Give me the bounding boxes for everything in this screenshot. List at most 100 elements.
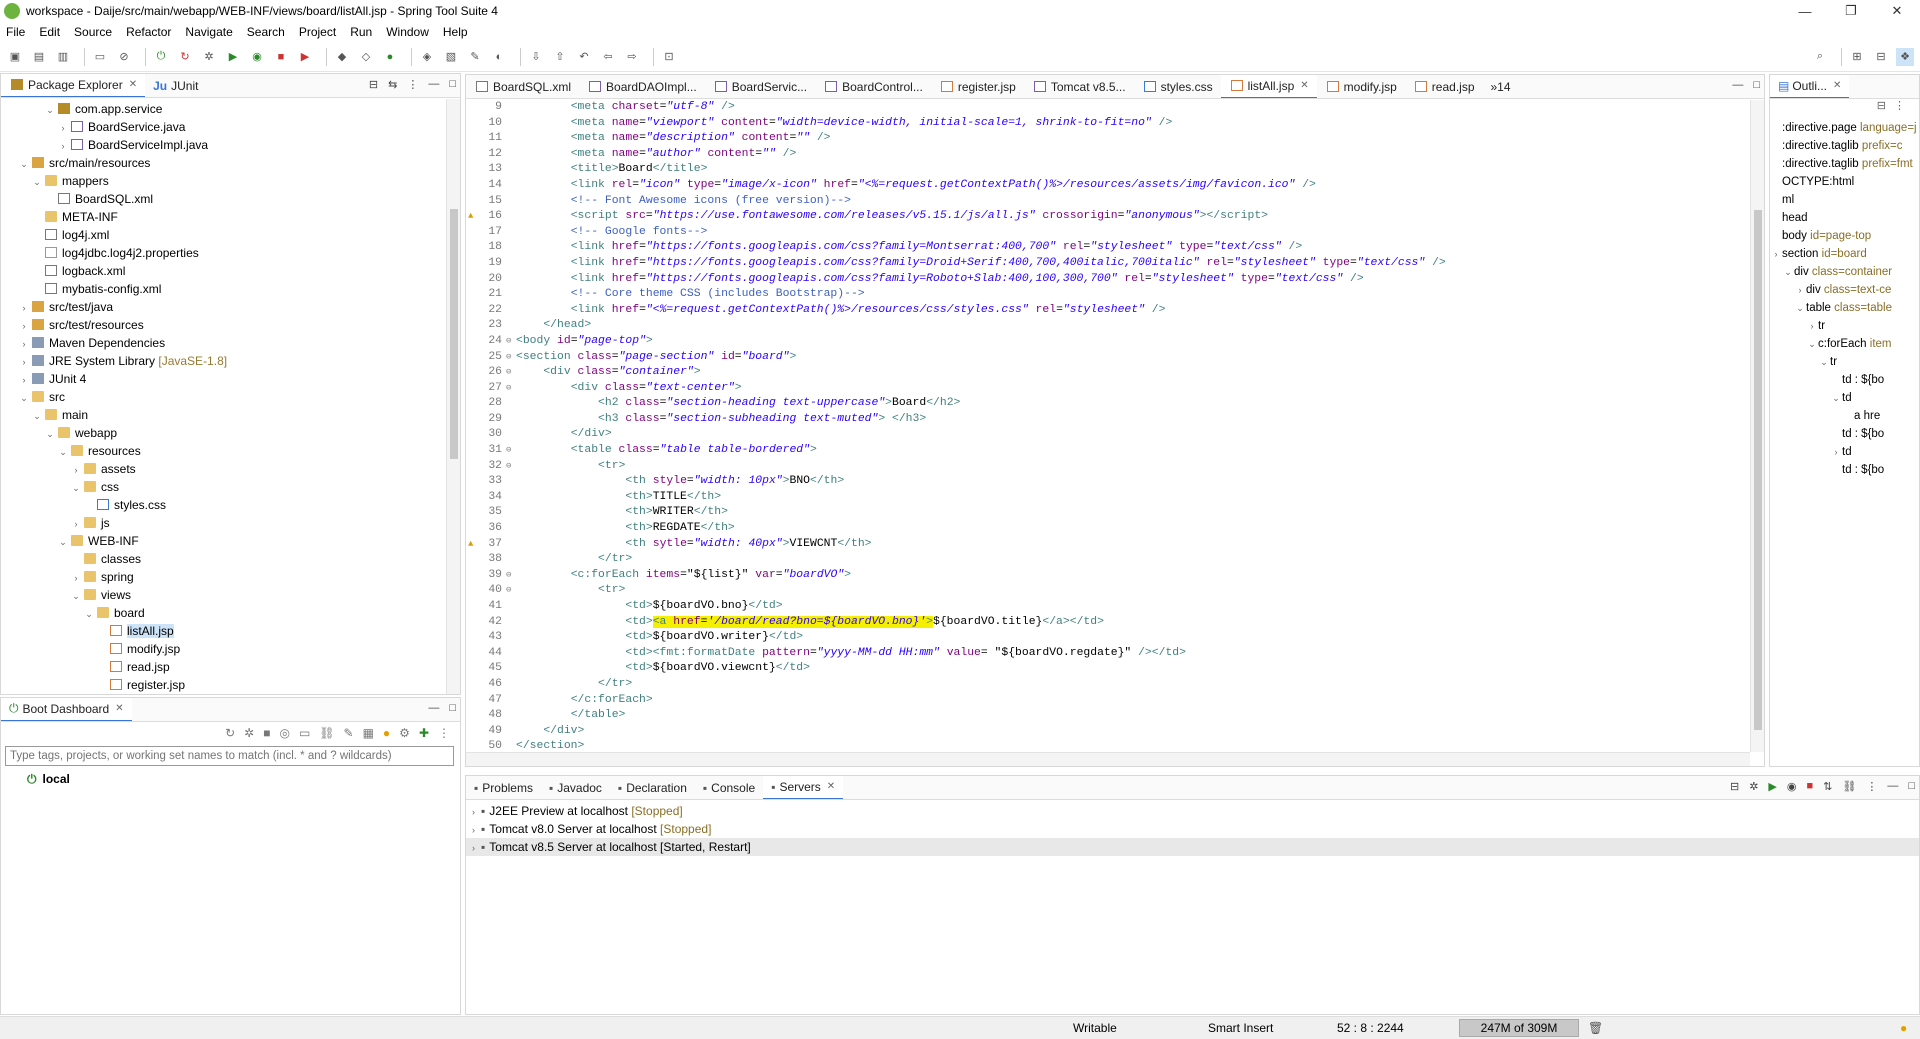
maximize-view-icon[interactable]: □ — [449, 78, 456, 91]
relaunch-icon[interactable]: ↻ — [176, 48, 194, 66]
tree-item[interactable]: › JRE System Library [JavaSE-1.8] — [1, 352, 460, 370]
editor-tabs-overflow[interactable]: »14 — [1483, 75, 1519, 98]
expand-toggle-icon[interactable]: ⌄ — [1806, 335, 1818, 353]
tree-item[interactable]: log4j.xml — [1, 226, 460, 244]
outline-item[interactable]: › tr — [1770, 317, 1919, 335]
tree-item[interactable]: ⌄ css — [1, 478, 460, 496]
link-editor-icon[interactable]: ⇆ — [388, 78, 397, 91]
stop-icon[interactable]: ■ — [272, 48, 290, 66]
tree-item[interactable]: › src/test/java — [1, 298, 460, 316]
outline-item[interactable]: :directive.page language=j — [1770, 119, 1919, 137]
menu-help[interactable]: Help — [443, 25, 468, 39]
new-package-icon[interactable]: ◇ — [357, 48, 375, 66]
code-line[interactable]: 49 </div> — [466, 724, 1750, 740]
code-line[interactable]: 48 </table> — [466, 708, 1750, 724]
tab-console[interactable]: ▪ Console — [695, 776, 763, 799]
back-icon[interactable]: ⇦ — [599, 48, 617, 66]
outline-item[interactable]: :directive.taglib prefix=c — [1770, 137, 1919, 155]
tree-item[interactable]: ⌄ webapp — [1, 424, 460, 442]
close-window-button[interactable]: ✕ — [1874, 0, 1920, 22]
close-icon[interactable]: ✕ — [1833, 80, 1841, 91]
code-line[interactable]: 40 ⊖ <tr> — [466, 583, 1750, 599]
tree-item[interactable]: › assets — [1, 460, 460, 478]
debug-icon[interactable]: ✲ — [200, 48, 218, 66]
tree-item[interactable]: logback.xml — [1, 262, 460, 280]
code-line[interactable]: ▲ 16 <script src="https://use.fontawesome… — [466, 209, 1750, 225]
code-line[interactable]: 10 <meta name="viewport" content="width=… — [466, 116, 1750, 132]
code-line[interactable]: 42 <td><a href='/board/read?bno=${boardV… — [466, 615, 1750, 631]
tree-item[interactable]: styles.css — [1, 496, 460, 514]
menu-edit[interactable]: Edit — [39, 25, 60, 39]
server-row[interactable]: › ▪ Tomcat v8.0 Server at localhost [Stopp… — [466, 820, 1919, 838]
stop-server-icon[interactable]: ■ — [1807, 780, 1814, 793]
code-line[interactable]: 22 <link href="<%=request.getContextPath… — [466, 303, 1750, 319]
code-line[interactable]: 31 ⊖ <table class="table table-bordered"> — [466, 443, 1750, 459]
code-line[interactable]: 41 <td>${boardVO.bno}</td> — [466, 599, 1750, 615]
editor-tab[interactable]: BoardControl... — [815, 75, 931, 98]
tree-item[interactable]: ⌄ src/main/resources — [1, 154, 460, 172]
code-line[interactable]: 36 <th>REGDATE</th> — [466, 521, 1750, 537]
code-line[interactable]: 12 <meta name="author" content="" /> — [466, 147, 1750, 163]
outline-item[interactable]: › div class=text-ce — [1770, 281, 1919, 299]
code-line[interactable]: 38 </tr> — [466, 552, 1750, 568]
tab-junit[interactable]: Ju JUnit — [145, 74, 206, 97]
boot-dashboard-icon[interactable]: ⏻ — [152, 48, 170, 66]
fold-toggle-icon[interactable]: ⊖ — [506, 583, 516, 599]
tab-declaration[interactable]: ▪ Declaration — [610, 776, 695, 799]
expand-toggle-icon[interactable]: › — [18, 335, 30, 353]
menu-navigate[interactable]: Navigate — [185, 25, 232, 39]
start-server-icon[interactable]: ▶ — [1768, 780, 1776, 793]
outline-item[interactable]: body id=page-top — [1770, 227, 1919, 245]
fold-toggle-icon[interactable]: ⊖ — [506, 443, 516, 459]
explorer-scrollbar[interactable] — [446, 99, 460, 694]
outline-item[interactable]: ⌄ tr — [1770, 353, 1919, 371]
expand-toggle-icon[interactable]: ⌄ — [1830, 389, 1842, 407]
tree-item[interactable]: › BoardServiceImpl.java — [1, 136, 460, 154]
spring-perspective-icon[interactable]: ❖ — [1896, 47, 1914, 66]
expand-toggle-icon[interactable]: ⌄ — [70, 479, 82, 497]
expand-toggle-icon[interactable]: ⌄ — [57, 443, 69, 461]
expand-toggle-icon[interactable]: ⌄ — [83, 605, 95, 623]
outline-item[interactable]: td : ${bo — [1770, 461, 1919, 479]
tip-bulb-icon[interactable]: ● — [1900, 1021, 1907, 1035]
expand-toggle-icon[interactable]: ⌄ — [18, 389, 30, 407]
expand-toggle-icon[interactable]: ⌄ — [57, 533, 69, 551]
prev-annotation-icon[interactable]: ⇧ — [551, 48, 569, 66]
add-icon[interactable]: ✚ — [419, 726, 429, 740]
code-line[interactable]: 29 <h3 class="section-subheading text-mu… — [466, 412, 1750, 428]
server-row[interactable]: › ▪ J2EE Preview at localhost [Stopped] — [466, 802, 1919, 820]
publish-icon[interactable]: ⇅ — [1823, 780, 1832, 793]
view-menu-icon[interactable]: ⋮ — [407, 78, 418, 91]
open-task-icon[interactable]: ▧ — [442, 48, 460, 66]
code-line[interactable]: 9 <meta charset="utf-8" /> — [466, 100, 1750, 116]
outline-item[interactable]: › section id=board — [1770, 245, 1919, 263]
expand-toggle-icon[interactable]: › — [18, 299, 30, 317]
editor-tab[interactable]: register.jsp — [931, 75, 1024, 98]
tab-servers[interactable]: ▪ Servers ✕ — [763, 776, 844, 799]
tree-item[interactable]: classes — [1, 550, 460, 568]
last-edit-icon[interactable]: ↶ — [575, 48, 593, 66]
outline-item[interactable]: ⌄ c:forEach item — [1770, 335, 1919, 353]
maximize-button[interactable]: ❐ — [1828, 0, 1874, 22]
view-menu-icon[interactable]: ⋮ — [438, 726, 450, 740]
expand-toggle-icon[interactable]: › — [472, 843, 475, 853]
menu-project[interactable]: Project — [299, 25, 336, 39]
menu-window[interactable]: Window — [386, 25, 429, 39]
collapse-icon[interactable]: ⊟ — [1730, 780, 1739, 793]
console-icon[interactable]: ▭ — [299, 726, 310, 740]
minimize-view-icon[interactable]: — — [428, 702, 439, 714]
editor-tab[interactable]: listAll.jsp ✕ — [1220, 75, 1317, 98]
open-browser-icon[interactable]: ◎ — [279, 726, 289, 740]
start-icon[interactable]: ↻ — [225, 726, 235, 740]
expand-toggle-icon[interactable]: ⌄ — [31, 173, 43, 191]
next-annotation-icon[interactable]: ⇩ — [527, 48, 545, 66]
tree-item[interactable]: ⌄ main — [1, 406, 460, 424]
outline-item[interactable]: ⌄ div class=container — [1770, 263, 1919, 281]
expand-toggle-icon[interactable]: ⌄ — [1818, 353, 1830, 371]
minimize-view-icon[interactable]: — — [428, 78, 439, 91]
forward-icon[interactable]: ⇨ — [623, 48, 641, 66]
expand-toggle-icon[interactable]: › — [1830, 443, 1842, 461]
expand-toggle-icon[interactable]: › — [18, 317, 30, 335]
expand-toggle-icon[interactable]: › — [70, 569, 82, 587]
expand-toggle-icon[interactable]: ⌄ — [44, 425, 56, 443]
